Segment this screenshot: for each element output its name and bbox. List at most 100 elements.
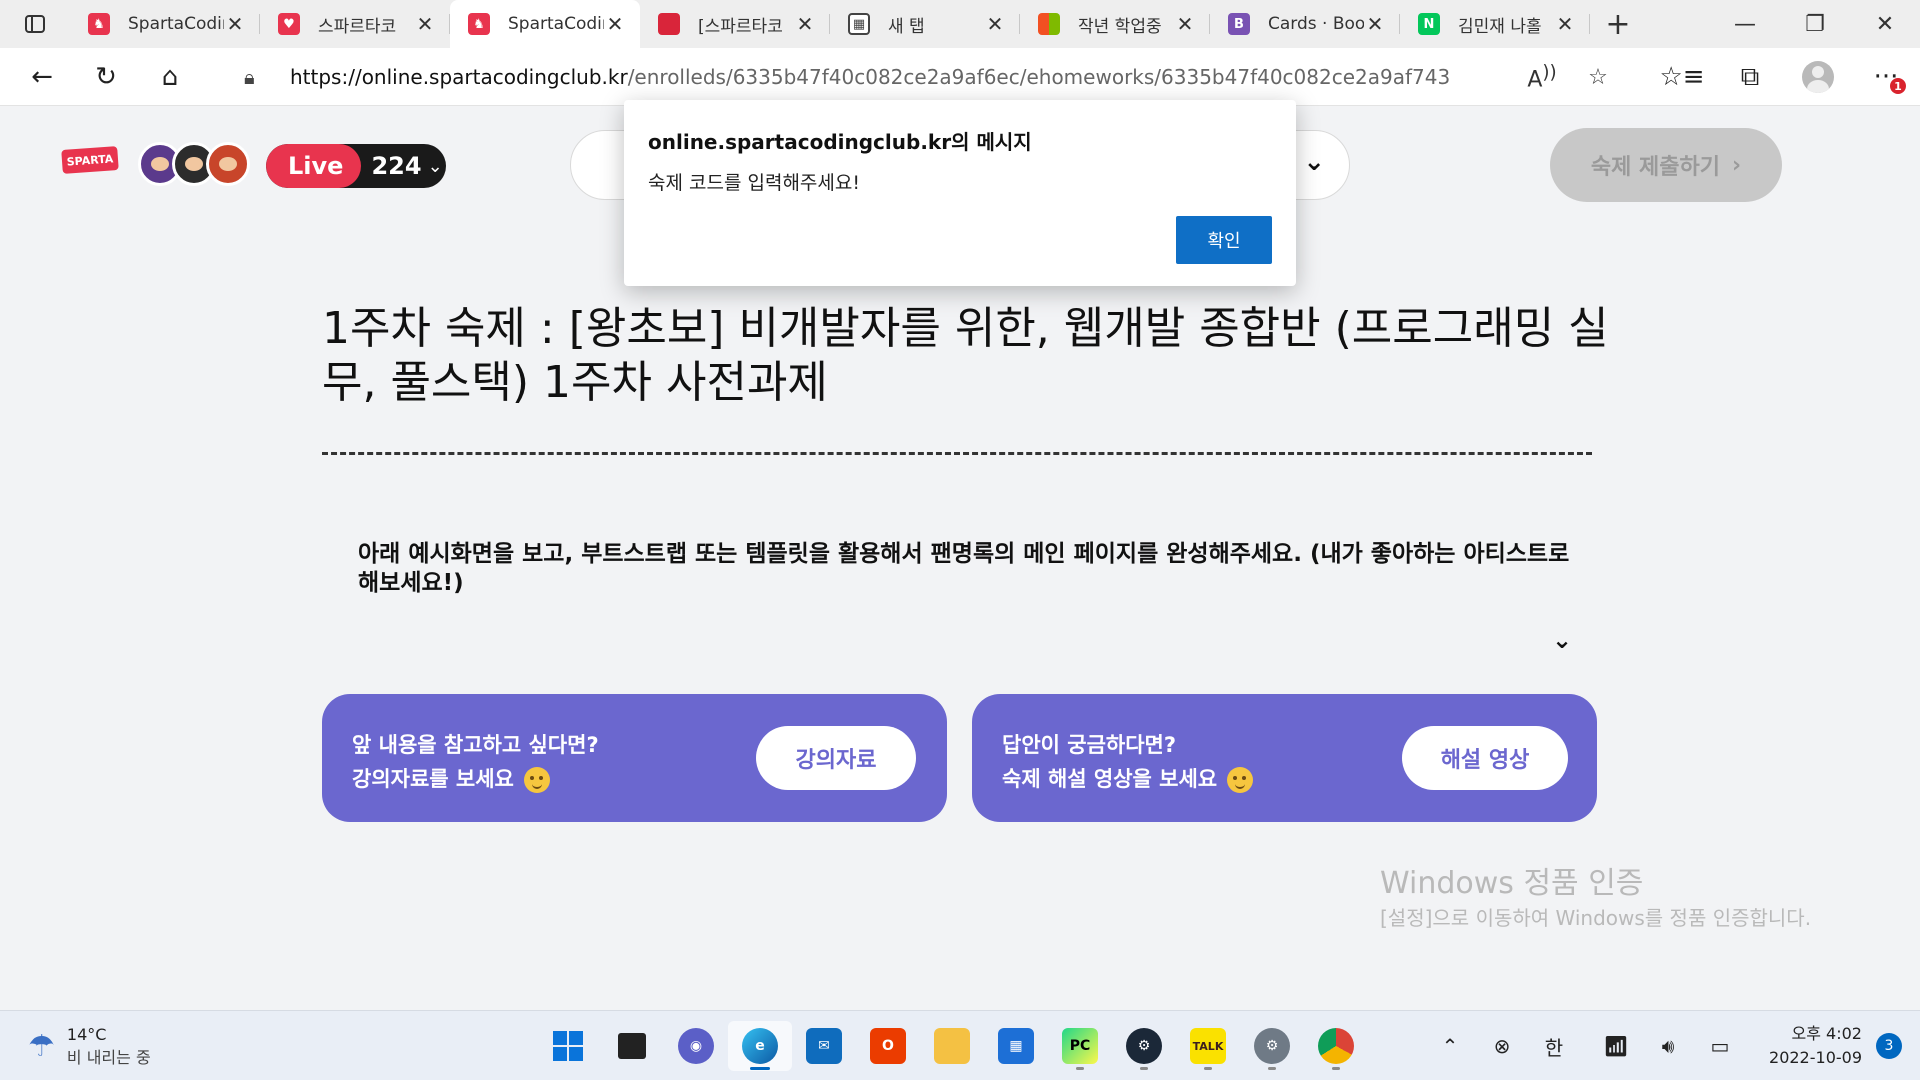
chevron-down-icon: ⌄ (1303, 147, 1325, 177)
add-favorite-icon[interactable]: ☆ (1570, 65, 1626, 90)
mail-app[interactable]: ✉ (792, 1021, 856, 1071)
profile-button[interactable] (1784, 48, 1852, 106)
kakaotalk-icon: TALK (1190, 1028, 1226, 1064)
sparta-logo[interactable]: SPARTA (61, 146, 119, 174)
close-icon[interactable]: ✕ (984, 12, 1006, 36)
weather-temp: 14°C (66, 1025, 107, 1044)
submit-homework-button[interactable]: 숙제 제출하기 › (1550, 128, 1782, 202)
volume-icon[interactable]: 🔊︎ (1642, 1034, 1694, 1058)
umbrella-rain-icon: ☂ (28, 1029, 55, 1064)
taskbar-apps: ◉ e ✉ O ▦ PC ⚙ TALK ⚙ (536, 1021, 1368, 1071)
favorites-button[interactable]: ☆≡ (1648, 48, 1716, 106)
avatar (1802, 61, 1834, 93)
store-app[interactable]: ▦ (984, 1021, 1048, 1071)
close-icon[interactable]: ✕ (1174, 12, 1196, 36)
card-text: 앞 내용을 참고하고 싶다면? 강의자료를 보세요 (352, 728, 599, 796)
browser-tab[interactable]: [스파르타코 ✕ (640, 0, 830, 48)
task-view-button[interactable] (600, 1021, 664, 1071)
notification-badge: 1 (1890, 78, 1906, 94)
notification-count[interactable]: 3 (1876, 1033, 1902, 1059)
steam-icon: ⚙ (1126, 1028, 1162, 1064)
live-label: Live (266, 144, 362, 188)
kakaotalk-app[interactable]: TALK (1176, 1021, 1240, 1071)
nerd-emoji-icon (1227, 767, 1254, 793)
browser-tab[interactable]: ▦ 새 탭 ✕ (830, 0, 1020, 48)
microsoft-icon (1038, 13, 1060, 35)
refresh-button[interactable]: ↻ (74, 48, 138, 106)
back-button[interactable]: ← (10, 48, 74, 106)
lecture-notes-button[interactable]: 강의자료 (756, 726, 916, 790)
ime-indicator[interactable]: 한 (1528, 1032, 1580, 1061)
clock[interactable]: 오후 4:02 2022-10-09 (1746, 1022, 1876, 1070)
sparta-icon: ♞ (468, 13, 490, 35)
home-button[interactable]: ⌂ (138, 48, 202, 106)
close-icon[interactable]: ✕ (414, 12, 436, 36)
live-users-button[interactable]: Live 224 ⌄ (266, 144, 446, 188)
browser-tab[interactable]: ♥ 스파르타코 ✕ (260, 0, 450, 48)
tab-title: 새 탭 (888, 16, 925, 37)
battery-icon[interactable]: ▭ (1694, 1034, 1746, 1058)
avatar (206, 142, 250, 186)
tray-app-icon[interactable]: ⊗ (1476, 1034, 1528, 1058)
collections-button[interactable]: ⧉ (1716, 48, 1784, 106)
restore-button[interactable]: ❐ (1780, 0, 1850, 48)
task-view-icon (618, 1033, 646, 1059)
browser-tab-active[interactable]: ♞ SpartaCodin ✕ (450, 0, 640, 48)
address-bar[interactable]: 🔒︎ https://online.spartacodingclub.kr/en… (216, 54, 1626, 100)
edge-app[interactable]: e (728, 1021, 792, 1071)
read-aloud-icon[interactable]: A)) (1514, 62, 1570, 92)
close-icon[interactable]: ✕ (224, 12, 246, 36)
close-icon[interactable]: ✕ (1364, 12, 1386, 36)
chrome-app[interactable] (1304, 1021, 1368, 1071)
start-button[interactable] (536, 1021, 600, 1071)
wifi-icon[interactable]: 📶︎ (1590, 1034, 1642, 1058)
browser-toolbar: ← ↻ ⌂ 🔒︎ https://online.spartacodingclub… (0, 48, 1920, 106)
chevron-right-icon: › (1732, 152, 1742, 178)
homework-instruction: 아래 예시화면을 보고, 부트스트랩 또는 템플릿을 활용해서 팬명록의 메인 … (358, 541, 1570, 596)
expand-chevron-icon[interactable]: ⌄ (1552, 626, 1572, 654)
card-line: 강의자료를 보세요 (352, 767, 514, 791)
close-icon[interactable]: ✕ (604, 12, 626, 36)
dialog-title: online.spartacodingclub.kr의 메시지 (648, 130, 1032, 154)
card-text: 답안이 궁금하다면? 숙제 해설 영상을 보세요 (1002, 728, 1254, 796)
tab-title: SpartaCodin (128, 14, 224, 34)
heart-logo-icon: ♥ (278, 13, 300, 35)
close-icon[interactable]: ✕ (1554, 12, 1576, 36)
folder-icon (934, 1028, 970, 1064)
chrome-icon (1318, 1028, 1354, 1064)
back-arrow-icon: ← (31, 61, 53, 92)
naver-icon: N (1418, 13, 1440, 35)
solution-video-card: 답안이 궁금하다면? 숙제 해설 영상을 보세요 해설 영상 (972, 694, 1597, 822)
new-tab-button[interactable]: + (1590, 0, 1646, 48)
wink-emoji-icon (523, 767, 550, 793)
edge-icon: e (742, 1028, 778, 1064)
close-window-button[interactable]: ✕ (1850, 0, 1920, 48)
close-icon[interactable]: ✕ (794, 12, 816, 36)
settings-more-button[interactable]: ··· 1 (1852, 48, 1920, 106)
file-explorer-app[interactable] (920, 1021, 984, 1071)
sparta-icon: ♞ (88, 13, 110, 35)
tab-title: 작년 학업중 (1078, 16, 1162, 37)
minimize-button[interactable]: — (1710, 0, 1780, 48)
submit-label: 숙제 제출하기 (1590, 155, 1721, 180)
card-line: 숙제 해설 영상을 보세요 (1002, 767, 1218, 791)
dialog-ok-button[interactable]: 확인 (1176, 216, 1272, 264)
office-app[interactable]: O (856, 1021, 920, 1071)
card-line-2: 강의자료를 보세요 (352, 762, 599, 796)
browser-tab-bar: ♞ SpartaCodin ✕ ♥ 스파르타코 ✕ ♞ SpartaCodin … (0, 0, 1920, 48)
lock-icon[interactable]: 🔒︎ (244, 65, 270, 89)
browser-tab[interactable]: ♞ SpartaCodin ✕ (70, 0, 260, 48)
chevron-up-icon[interactable]: ⌃ (1424, 1034, 1476, 1058)
weather-widget[interactable]: ☂ 14°C 비 내리는 중 (28, 1025, 151, 1068)
chat-button[interactable]: ◉ (664, 1021, 728, 1071)
browser-tab[interactable]: 작년 학업중 ✕ (1020, 0, 1210, 48)
browser-tab[interactable]: N 김민재 나홀 ✕ (1400, 0, 1590, 48)
pycharm-app[interactable]: PC (1048, 1021, 1112, 1071)
solution-video-button[interactable]: 해설 영상 (1402, 726, 1568, 790)
url-host: https://online.spartacodingclub.kr (290, 65, 628, 89)
steam-app[interactable]: ⚙ (1112, 1021, 1176, 1071)
tab-actions-button[interactable] (0, 0, 70, 48)
dialog-message: 숙제 코드를 입력해주세요! (648, 172, 860, 194)
browser-tab[interactable]: B Cards · Boo ✕ (1210, 0, 1400, 48)
settings-app[interactable]: ⚙ (1240, 1021, 1304, 1071)
